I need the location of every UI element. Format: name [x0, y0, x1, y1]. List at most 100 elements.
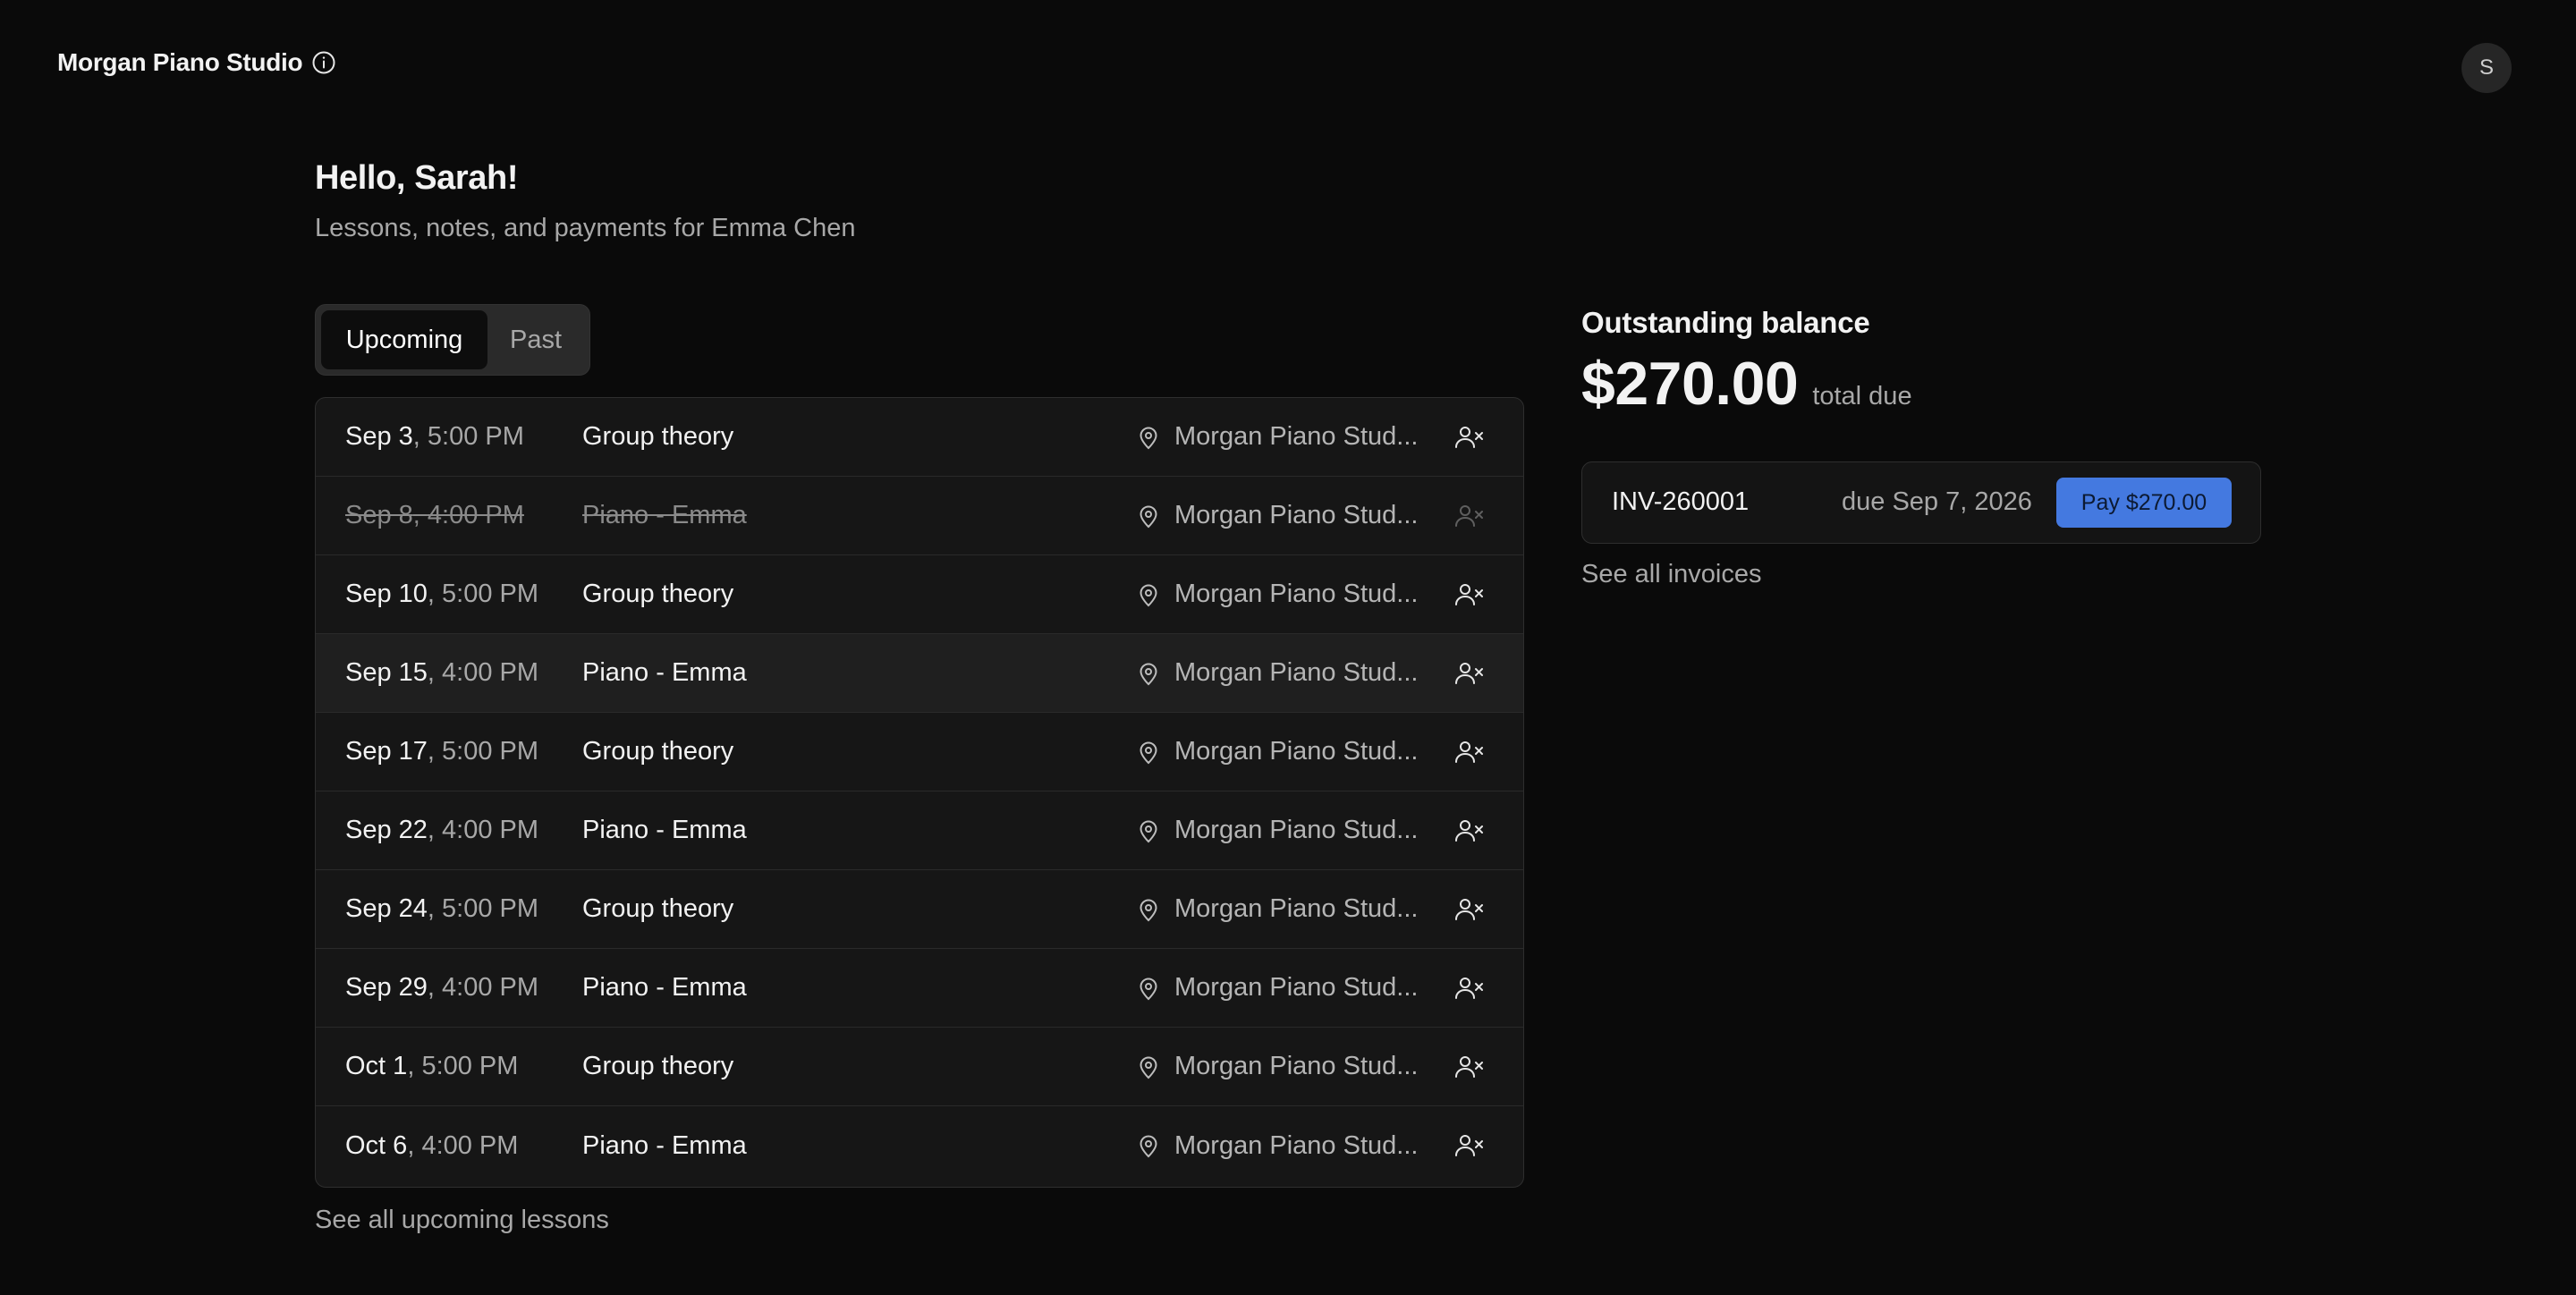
- lesson-title: Group theory: [582, 422, 734, 451]
- lesson-row[interactable]: Sep 8, 4:00 PM Piano - Emma Morgan Piano S…: [316, 477, 1523, 555]
- lesson-location: Morgan Piano Stud...: [1137, 1052, 1418, 1081]
- lesson-title: Piano - Emma: [582, 658, 747, 687]
- lesson-title: Piano - Emma: [582, 973, 747, 1002]
- lesson-title: Piano - Emma: [582, 816, 747, 844]
- lesson-title: Piano - Emma: [582, 1130, 747, 1160]
- location-pin-icon: [1137, 976, 1160, 1001]
- lesson-date: Sep 10, 5:00 PM: [345, 580, 539, 608]
- lesson-time: 4:00 PM: [442, 658, 539, 687]
- lesson-date: Sep 24, 5:00 PM: [345, 894, 539, 923]
- lesson-row[interactable]: Sep 3, 5:00 PM Group theory Morgan Piano S…: [316, 398, 1523, 477]
- cancel-attendance-icon[interactable]: [1453, 1131, 1486, 1160]
- lesson-location: Morgan Piano Stud...: [1137, 816, 1418, 845]
- invoice-due-date: due Sep 7, 2026: [1842, 487, 2032, 516]
- lesson-location: Morgan Piano Stud...: [1137, 1131, 1418, 1161]
- lesson-time: 4:00 PM: [421, 1130, 519, 1160]
- lesson-title: Piano - Emma: [582, 501, 747, 529]
- lesson-time: 5:00 PM: [442, 737, 539, 766]
- lesson-time: 5:00 PM: [442, 580, 539, 608]
- cancel-attendance-icon[interactable]: [1453, 817, 1486, 845]
- lesson-location: Morgan Piano Stud...: [1137, 422, 1418, 452]
- location-pin-icon: [1137, 1054, 1160, 1079]
- lesson-day: Sep 15: [345, 658, 428, 687]
- lesson-title: Group theory: [582, 580, 734, 608]
- lesson-day: Sep 10: [345, 580, 428, 608]
- lesson-day: Sep 17: [345, 737, 428, 766]
- lesson-row[interactable]: Sep 24, 5:00 PM Group theory Morgan Piano …: [316, 870, 1523, 949]
- tab-upcoming[interactable]: Upcoming: [321, 310, 487, 369]
- lesson-day: Sep 22: [345, 816, 428, 844]
- lesson-day: Oct 6: [345, 1130, 408, 1160]
- lesson-date: Oct 1, 5:00 PM: [345, 1052, 519, 1080]
- lesson-day: Sep 3: [345, 422, 413, 451]
- lesson-time: 4:00 PM: [427, 501, 524, 529]
- lesson-location: Morgan Piano Stud...: [1137, 737, 1418, 766]
- lesson-location-label: Morgan Piano Stud...: [1174, 501, 1419, 529]
- page-title: Hello, Sarah!: [315, 159, 519, 197]
- balance-section: Outstanding balance $270.00 total due: [1581, 306, 1912, 419]
- cancel-attendance-icon[interactable]: [1453, 659, 1486, 688]
- lesson-location-label: Morgan Piano Stud...: [1174, 737, 1419, 766]
- lesson-location: Morgan Piano Stud...: [1137, 658, 1418, 688]
- lesson-title: Group theory: [582, 1052, 734, 1080]
- greeting-section: Hello, Sarah! Lessons, notes, and paymen…: [315, 159, 855, 243]
- cancel-attendance-icon[interactable]: [1453, 423, 1486, 452]
- lesson-date: Sep 17, 5:00 PM: [345, 737, 539, 766]
- location-pin-icon: [1137, 897, 1160, 922]
- lesson-location-label: Morgan Piano Stud...: [1174, 816, 1419, 844]
- lesson-location-label: Morgan Piano Stud...: [1174, 422, 1419, 451]
- see-all-invoices-link[interactable]: See all invoices: [1581, 560, 1762, 589]
- lesson-row[interactable]: Oct 6, 4:00 PM Piano - Emma Morgan Piano S…: [316, 1106, 1523, 1185]
- lesson-location: Morgan Piano Stud...: [1137, 973, 1418, 1003]
- lesson-row[interactable]: Sep 29, 4:00 PM Piano - Emma Morgan Piano …: [316, 949, 1523, 1028]
- studio-name: Morgan Piano Studio: [57, 48, 303, 76]
- balance-amount: $270.00: [1581, 350, 1799, 418]
- lesson-date: Oct 6, 4:00 PM: [345, 1130, 519, 1160]
- see-all-lessons-link[interactable]: See all upcoming lessons: [315, 1206, 609, 1235]
- cancel-attendance-icon[interactable]: [1453, 974, 1486, 1003]
- page-subtitle: Lessons, notes, and payments for Emma Ch…: [315, 214, 856, 242]
- lesson-location-label: Morgan Piano Stud...: [1174, 658, 1419, 687]
- lesson-location-label: Morgan Piano Stud...: [1174, 1052, 1419, 1080]
- lesson-title: Group theory: [582, 894, 734, 923]
- pay-button[interactable]: Pay $270.00: [2056, 478, 2232, 528]
- lesson-date: Sep 15, 4:00 PM: [345, 658, 539, 687]
- lesson-time: 5:00 PM: [427, 422, 524, 451]
- info-icon[interactable]: [311, 50, 336, 75]
- lesson-location: Morgan Piano Stud...: [1137, 501, 1418, 530]
- lesson-time: 5:00 PM: [442, 894, 539, 923]
- cancel-attendance-icon[interactable]: [1453, 1053, 1486, 1081]
- lesson-tabs: Upcoming Past: [315, 304, 590, 376]
- tab-past[interactable]: Past: [487, 310, 584, 369]
- lesson-row[interactable]: Sep 22, 4:00 PM Piano - Emma Morgan Piano …: [316, 791, 1523, 870]
- lesson-row[interactable]: Oct 1, 5:00 PM Group theory Morgan Piano S…: [316, 1028, 1523, 1106]
- studio-header: Morgan Piano Studio: [57, 48, 336, 77]
- lesson-location-label: Morgan Piano Stud...: [1174, 580, 1419, 608]
- lesson-row[interactable]: Sep 15, 4:00 PM Piano - Emma Morgan Piano …: [316, 634, 1523, 713]
- location-pin-icon: [1137, 504, 1160, 529]
- location-pin-icon: [1137, 818, 1160, 843]
- lesson-list: Sep 3, 5:00 PM Group theory Morgan Piano S…: [315, 397, 1524, 1188]
- lesson-time: 4:00 PM: [442, 816, 539, 844]
- lesson-time: 4:00 PM: [442, 973, 539, 1002]
- lesson-location: Morgan Piano Stud...: [1137, 580, 1418, 609]
- lesson-date: Sep 22, 4:00 PM: [345, 816, 539, 844]
- lesson-time: 5:00 PM: [421, 1052, 519, 1080]
- location-pin-icon: [1137, 425, 1160, 450]
- location-pin-icon: [1137, 661, 1160, 686]
- lesson-location: Morgan Piano Stud...: [1137, 894, 1418, 924]
- cancel-attendance-icon[interactable]: [1453, 738, 1486, 766]
- invoice-card: INV-260001 due Sep 7, 2026 Pay $270.00: [1581, 461, 2261, 544]
- cancel-attendance-icon[interactable]: [1453, 502, 1486, 530]
- lesson-day: Sep 29: [345, 973, 428, 1002]
- lesson-day: Sep 8: [345, 501, 413, 529]
- lesson-row[interactable]: Sep 17, 5:00 PM Group theory Morgan Piano …: [316, 713, 1523, 791]
- avatar[interactable]: S: [2462, 43, 2512, 93]
- lesson-day: Oct 1: [345, 1052, 408, 1080]
- cancel-attendance-icon[interactable]: [1453, 580, 1486, 609]
- lesson-row[interactable]: Sep 10, 5:00 PM Group theory Morgan Piano …: [316, 555, 1523, 634]
- cancel-attendance-icon[interactable]: [1453, 895, 1486, 924]
- location-pin-icon: [1137, 1133, 1160, 1158]
- lesson-day: Sep 24: [345, 894, 428, 923]
- balance-suffix: total due: [1812, 382, 1912, 411]
